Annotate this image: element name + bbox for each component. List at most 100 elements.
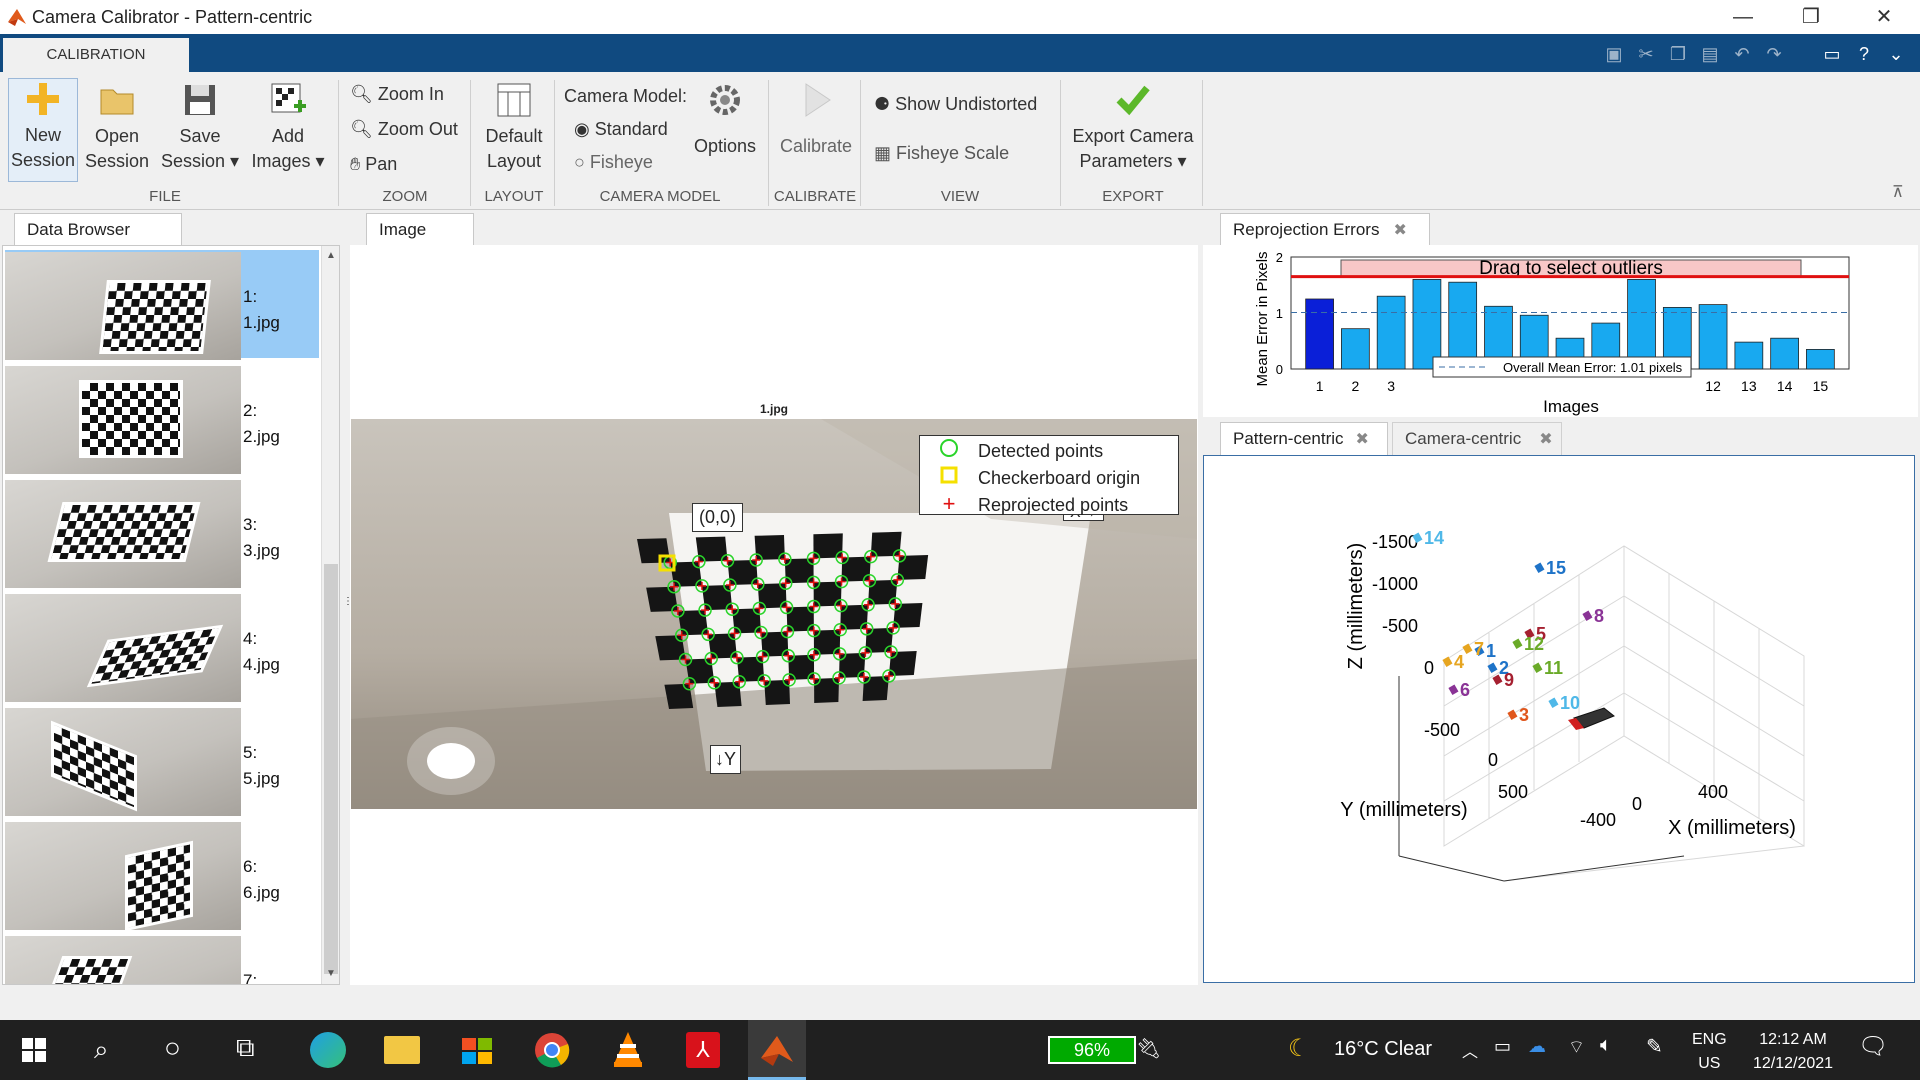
redo-icon[interactable]: ↷ bbox=[1760, 40, 1788, 68]
camera-10[interactable]: 10 bbox=[1548, 693, 1580, 713]
checkerboard-icon: ⚈ bbox=[874, 94, 891, 114]
acrobat-reader-icon[interactable]: ⅄ bbox=[686, 1032, 720, 1068]
pen-icon[interactable]: ✎ bbox=[1646, 1034, 1663, 1059]
search-icon[interactable]: ⌕ bbox=[94, 1034, 109, 1066]
error-bar-2[interactable] bbox=[1341, 328, 1370, 370]
reprojection-errors-tab[interactable]: Reprojection Errors ✖ bbox=[1220, 213, 1430, 246]
data-browser-tab[interactable]: Data Browser bbox=[14, 213, 182, 246]
camera-9[interactable]: 9 bbox=[1492, 670, 1514, 690]
weather-text[interactable]: 16°C Clear bbox=[1334, 1038, 1432, 1061]
scrollbar[interactable]: ▲ ▼ bbox=[321, 246, 339, 984]
error-bar-3[interactable] bbox=[1376, 295, 1406, 370]
item-number: 3: bbox=[243, 515, 258, 534]
collapse-menu-icon[interactable]: ⌄ bbox=[1882, 40, 1910, 68]
minimize-button[interactable]: — bbox=[1714, 0, 1772, 34]
clock[interactable]: 12:12 AM 12/12/2021 bbox=[1748, 1028, 1838, 1076]
camera-12[interactable]: 12 bbox=[1512, 634, 1544, 654]
chrome-browser-icon[interactable] bbox=[534, 1032, 570, 1068]
error-bar-1[interactable] bbox=[1305, 298, 1334, 370]
copy-icon[interactable]: ❐ bbox=[1664, 40, 1692, 68]
open-session-button[interactable]: Open Session bbox=[82, 80, 152, 174]
item-filename: 2.jpg bbox=[243, 427, 280, 446]
zoom-in-button[interactable]: 🔍︎ Zoom In bbox=[350, 84, 444, 105]
battery-indicator[interactable]: 96% bbox=[1048, 1036, 1136, 1064]
scroll-down-icon[interactable]: ▼ bbox=[326, 968, 336, 979]
error-bar-14[interactable] bbox=[1770, 337, 1799, 370]
error-bar-13[interactable] bbox=[1734, 341, 1764, 370]
maximize-button[interactable]: ❐ bbox=[1782, 0, 1840, 34]
fisheye-scale-button[interactable]: ▦ Fisheye Scale bbox=[874, 143, 1009, 164]
thumbnail-7 bbox=[5, 936, 241, 984]
group-zoom-label: ZOOM bbox=[382, 188, 428, 205]
error-bar-15[interactable] bbox=[1806, 349, 1835, 370]
task-view-icon[interactable]: ⧉ bbox=[236, 1032, 255, 1064]
show-undistorted-button[interactable]: ⚈ Show Undistorted bbox=[874, 94, 1037, 115]
matlab-taskbar-button[interactable] bbox=[748, 1020, 806, 1080]
notifications-icon[interactable]: 🗨︎ bbox=[1858, 1032, 1888, 1061]
camera-15[interactable]: 15 bbox=[1534, 558, 1566, 578]
windows-start-icon[interactable] bbox=[22, 1038, 46, 1062]
fisheye-radio[interactable]: ○ Fisheye bbox=[574, 152, 653, 173]
cortana-icon[interactable]: ○ bbox=[164, 1032, 181, 1064]
wifi-icon[interactable]: ⌔ bbox=[1568, 1036, 1585, 1059]
vlc-player-icon[interactable] bbox=[610, 1030, 646, 1068]
undo-icon[interactable]: ↶ bbox=[1728, 40, 1756, 68]
close-icon[interactable]: ✖ bbox=[1393, 222, 1406, 239]
options-button[interactable]: Options bbox=[690, 80, 760, 159]
radio-selected-icon: ◉ bbox=[574, 119, 590, 139]
tab-camera-centric[interactable]: Camera-centric ✖ bbox=[1392, 422, 1562, 455]
extrinsics-plot[interactable]: -1500 -1000 -500 0 -500 0 500 -400 0 400… bbox=[1204, 456, 1916, 984]
reprojection-chart[interactable]: Drag to select outliers Overall Mean Err… bbox=[1203, 245, 1918, 417]
file-explorer-icon[interactable] bbox=[384, 1036, 420, 1064]
paste-icon[interactable]: ▤ bbox=[1696, 40, 1724, 68]
group-camera-model-label: CAMERA MODEL bbox=[599, 188, 721, 205]
svg-text:1: 1 bbox=[1486, 641, 1496, 661]
language-indicator[interactable]: ENG US bbox=[1692, 1028, 1727, 1076]
collapse-ribbon-icon[interactable]: ⊼ bbox=[1892, 182, 1904, 202]
microsoft-store-icon[interactable] bbox=[458, 1032, 494, 1068]
add-images-button[interactable]: Add Images ▾ bbox=[246, 80, 330, 174]
error-bar-12[interactable] bbox=[1698, 304, 1728, 370]
legend-reprojected-label: Reprojected points bbox=[978, 495, 1129, 515]
y-tick: 0 bbox=[1488, 750, 1498, 770]
error-bar-4[interactable] bbox=[1412, 279, 1442, 370]
calibration-image[interactable]: (0,0) X→ ↓Y Detected points Checkerboard… bbox=[351, 419, 1197, 809]
zoom-out-button[interactable]: 🔍︎ Zoom Out bbox=[350, 119, 458, 140]
new-session-button[interactable]: New Session bbox=[8, 78, 78, 182]
splitter-handle[interactable]: ⋮ bbox=[343, 596, 353, 607]
tab-calibration[interactable]: CALIBRATION bbox=[3, 38, 189, 72]
tab-pattern-centric[interactable]: Pattern-centric ✖ bbox=[1220, 422, 1388, 456]
error-bar-5[interactable] bbox=[1448, 281, 1478, 370]
image-tab[interactable]: Image bbox=[366, 213, 474, 246]
standard-radio[interactable]: ◉ Standard bbox=[574, 119, 668, 140]
close-icon[interactable]: ✖ bbox=[1539, 431, 1552, 448]
default-layout-button[interactable]: Default Layout bbox=[478, 80, 550, 174]
scroll-thumb[interactable] bbox=[324, 564, 338, 974]
extrinsics-3d-view[interactable]: -1500 -1000 -500 0 -500 0 500 -400 0 400… bbox=[1203, 455, 1915, 983]
camera-6[interactable]: 6 bbox=[1448, 680, 1470, 700]
error-bar-10[interactable] bbox=[1627, 279, 1656, 370]
edge-browser-icon[interactable] bbox=[310, 1032, 346, 1068]
pan-button[interactable]: ✋︎ Pan bbox=[350, 154, 397, 175]
onedrive-icon[interactable]: ☁ bbox=[1528, 1036, 1546, 1057]
camera-7[interactable]: 7 bbox=[1462, 639, 1484, 659]
camera-8[interactable]: 8 bbox=[1582, 606, 1604, 626]
device-icon[interactable]: ▭ bbox=[1494, 1036, 1511, 1057]
help-icon[interactable]: ? bbox=[1850, 40, 1878, 68]
save-session-button[interactable]: Save Session ▾ bbox=[160, 80, 240, 174]
volume-icon[interactable]: 🔈︎ bbox=[1600, 1034, 1612, 1057]
camera-3[interactable]: 3 bbox=[1507, 705, 1529, 725]
calibrate-button[interactable]: Calibrate bbox=[776, 80, 856, 159]
export-camera-parameters-button[interactable]: Export Camera Parameters ▾ bbox=[1068, 80, 1198, 174]
save-icon[interactable]: ▣ bbox=[1600, 40, 1628, 68]
thumbnail-2 bbox=[5, 366, 241, 474]
cut-icon[interactable]: ✂ bbox=[1632, 40, 1660, 68]
camera-11[interactable]: 11 bbox=[1532, 658, 1563, 678]
layout-icon[interactable]: ▭ bbox=[1818, 40, 1846, 68]
camera-4[interactable]: 4 bbox=[1442, 652, 1464, 672]
scroll-up-icon[interactable]: ▲ bbox=[326, 250, 336, 261]
svg-text:7: 7 bbox=[1474, 639, 1484, 659]
show-hidden-icons-icon[interactable]: ︿ bbox=[1462, 1038, 1478, 1062]
close-button[interactable]: ✕ bbox=[1855, 0, 1913, 34]
close-icon[interactable]: ✖ bbox=[1356, 431, 1369, 448]
